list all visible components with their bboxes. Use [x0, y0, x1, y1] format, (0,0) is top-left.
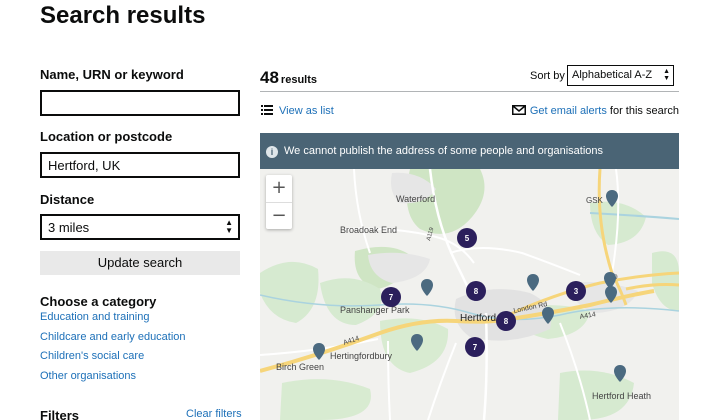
category-link-childcare[interactable]: Childcare and early education	[40, 331, 186, 343]
road	[449, 247, 581, 276]
road	[353, 168, 371, 254]
zoom-controls: + −	[266, 175, 292, 229]
map-notice-text: We cannot publish the address of some pe…	[284, 145, 604, 157]
category-link-other[interactable]: Other organisations	[40, 370, 136, 382]
woodland-area	[260, 261, 319, 323]
sort-value: Alphabetical A-Z	[572, 69, 653, 81]
location-input[interactable]	[40, 152, 240, 178]
view-as-list-label: View as list	[279, 105, 334, 117]
woodland-area	[320, 278, 382, 325]
results-divider	[260, 91, 679, 92]
zoom-out-button[interactable]: −	[266, 202, 292, 229]
distance-value: 3 miles	[48, 220, 90, 235]
place-hertford-heath: Hertford Heath	[592, 391, 651, 401]
cluster-count: 3	[574, 287, 579, 296]
cluster-count: 8	[474, 287, 479, 296]
place-hertingfordbury: Hertingfordbury	[330, 351, 393, 361]
cluster-count: 8	[504, 317, 509, 326]
keyword-input[interactable]	[40, 90, 240, 116]
select-arrows-icon: ▲ ▼	[225, 218, 233, 235]
results-number: 48	[260, 68, 279, 87]
woodland-area	[280, 379, 371, 420]
place-panshanger-park: Panshanger Park	[340, 305, 410, 315]
select-arrows-icon: ▲ ▼	[663, 68, 670, 82]
place-broadoak-end: Broadoak End	[340, 225, 397, 235]
category-heading: Choose a category	[40, 294, 157, 309]
email-alerts-suffix: for this search	[609, 105, 679, 117]
distance-select[interactable]: 3 miles ▲ ▼	[40, 214, 240, 240]
place-birch-green: Birch Green	[276, 362, 324, 372]
cluster-count: 7	[389, 293, 394, 302]
info-icon: i	[266, 146, 278, 158]
keyword-label: Name, URN or keyword	[40, 67, 184, 82]
map-notice: i We cannot publish the address of some p…	[260, 133, 679, 169]
filters-heading: Filters	[40, 408, 80, 420]
sort-label: Sort by	[530, 70, 565, 82]
map-pin-icon	[527, 274, 539, 291]
category-link-education[interactable]: Education and training	[40, 311, 149, 323]
page-title: Search results	[40, 2, 206, 29]
email-alerts: Get email alerts for this search	[511, 105, 679, 117]
view-as-list-link[interactable]: View as list	[261, 105, 334, 117]
email-alerts-link[interactable]: Get email alerts	[530, 105, 607, 117]
cluster-count: 5	[465, 234, 470, 243]
clear-filters-link[interactable]: Clear filters	[186, 408, 242, 420]
map-canvas: Waterford Broadoak End Panshanger Park H…	[260, 168, 679, 420]
category-link-social-care[interactable]: Children's social care	[40, 350, 144, 362]
road-label-a414: A414	[579, 311, 596, 321]
place-waterford: Waterford	[396, 194, 435, 204]
place-hertford: Hertford	[460, 313, 496, 324]
results-map[interactable]: i We cannot publish the address of some p…	[260, 133, 679, 420]
update-search-button[interactable]: Update search	[40, 251, 240, 275]
sort-select[interactable]: Alphabetical A-Z ▲ ▼	[567, 65, 674, 86]
location-label: Location or postcode	[40, 129, 173, 144]
cluster-count: 7	[473, 343, 478, 352]
map-pin-icon	[421, 279, 433, 296]
map-pin-icon	[313, 343, 325, 360]
results-count: 48 results	[260, 68, 317, 88]
zoom-in-button[interactable]: +	[266, 175, 292, 202]
woodland-area	[652, 251, 679, 311]
envelope-icon	[511, 105, 526, 115]
results-word: results	[280, 74, 317, 86]
place-gsk: GSK	[586, 196, 604, 205]
list-icon	[261, 105, 273, 115]
distance-label: Distance	[40, 192, 95, 207]
